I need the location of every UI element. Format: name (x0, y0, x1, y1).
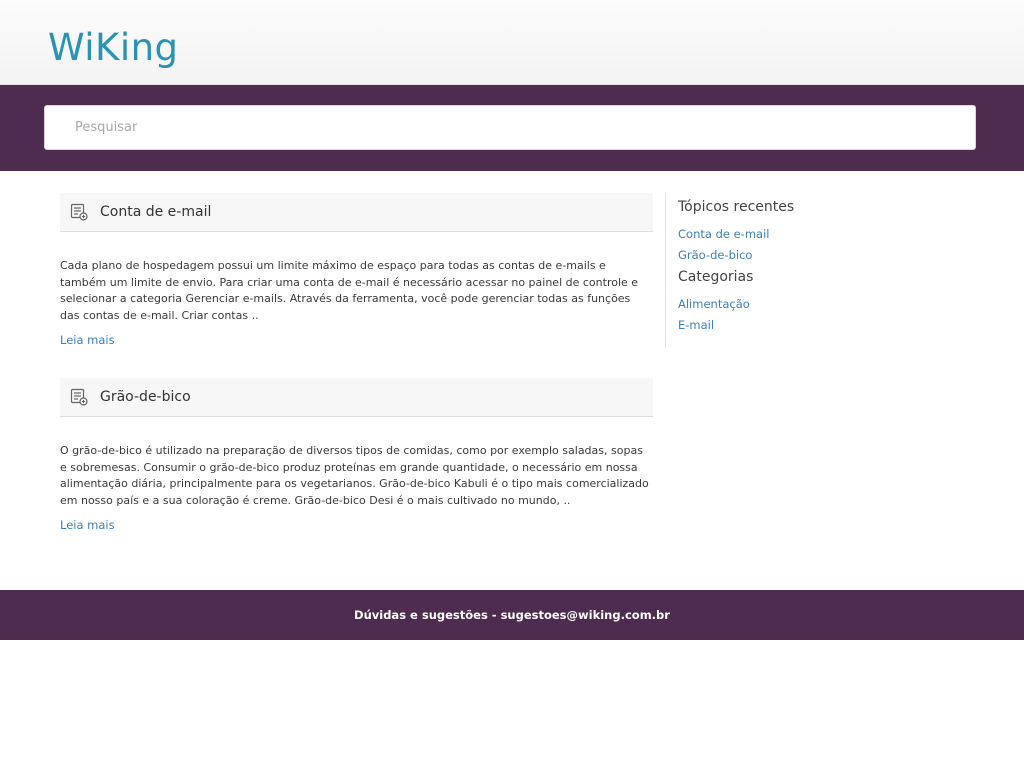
category-link[interactable]: E-mail (678, 318, 978, 332)
category-link[interactable]: Alimentação (678, 297, 978, 311)
read-more-link[interactable]: Leia mais (60, 333, 115, 347)
read-more-link[interactable]: Leia mais (60, 518, 115, 532)
main-content: Conta de e-mail Cada plano de hospedagem… (0, 171, 1024, 590)
site-logo[interactable]: WiKing (48, 26, 179, 69)
search-input[interactable] (45, 106, 975, 149)
post-excerpt: Cada plano de hospedagem possui um limit… (60, 259, 639, 322)
site-footer: Dúvidas e sugestões - sugestoes@wiking.c… (0, 590, 1024, 640)
categories-heading: Categorias (678, 269, 754, 285)
recent-topics-heading: Tópicos recentes (678, 199, 795, 215)
search-band (0, 85, 1024, 171)
search-box (44, 105, 976, 150)
site-header: WiKing (0, 0, 1024, 85)
article-list-icon (70, 202, 90, 222)
post-list: Conta de e-mail Cada plano de hospedagem… (60, 193, 653, 563)
article-list-icon (70, 387, 90, 407)
post-title[interactable]: Grão-de-bico (100, 389, 191, 405)
post-header: Grão-de-bico (60, 378, 653, 417)
post-header: Conta de e-mail (60, 193, 653, 232)
sidebar: Tópicos recentes Conta de e-mail Grão-de… (678, 199, 978, 339)
post-item: Grão-de-bico O grão-de-bico é utilizado … (60, 378, 653, 533)
post-item: Conta de e-mail Cada plano de hospedagem… (60, 193, 653, 348)
recent-topic-link[interactable]: Conta de e-mail (678, 227, 978, 241)
sidebar-divider (665, 193, 666, 348)
post-title[interactable]: Conta de e-mail (100, 204, 211, 220)
post-excerpt: O grão-de-bico é utilizado na preparação… (60, 444, 649, 507)
footer-contact-text: Dúvidas e sugestões - sugestoes@wiking.c… (354, 608, 670, 622)
recent-topic-link[interactable]: Grão-de-bico (678, 248, 978, 262)
